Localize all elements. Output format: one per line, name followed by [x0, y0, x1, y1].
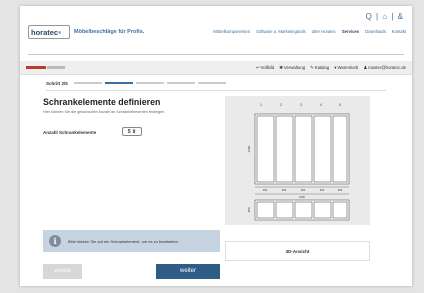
nav-item-services[interactable]: Services: [342, 29, 359, 34]
column-number: 4: [320, 103, 322, 107]
step-divider: [46, 90, 386, 91]
column-number: 2: [280, 103, 282, 107]
page-title: Schrankelemente definieren: [43, 97, 161, 107]
util-katalog[interactable]: ✎Katalog: [310, 65, 329, 71]
step-label: Schritt 2/5: [46, 80, 68, 86]
width-dimension: 460: [263, 188, 268, 192]
util-label: Katalog: [314, 65, 330, 70]
page-subtitle: Hier können Sie die gewünschte Anzahl an…: [43, 110, 166, 114]
width-dimension: 460: [301, 188, 306, 192]
base-element[interactable]: [256, 201, 275, 219]
column-number: 1: [260, 103, 262, 107]
cabinet-element[interactable]: [294, 115, 313, 183]
count-value: 5: [127, 129, 131, 135]
step-indicator: Schritt 2/5: [46, 78, 386, 88]
brand-stripe: [26, 66, 46, 69]
util-label: muster@horatec.de: [368, 65, 406, 70]
back-button[interactable]: zurück: [43, 264, 82, 279]
logo-reg: ®: [58, 30, 62, 35]
util-label: Verwaltung: [283, 65, 306, 70]
nav-item-ueber[interactable]: über Horatec: [312, 29, 336, 34]
horatec-logo[interactable]: horatec®: [28, 25, 70, 39]
base-cabinets[interactable]: [254, 199, 350, 221]
3d-view-button[interactable]: 3D-Ansicht: [225, 241, 370, 261]
step-progress: [73, 82, 226, 84]
brand-stripe-secondary: [47, 66, 65, 69]
step-segment-current: [104, 82, 133, 84]
gear-icon: ✱: [279, 65, 283, 70]
catalog-icon: ✎: [310, 65, 314, 70]
cabinet-drawing-panel: 1 2 3 4 5 2200 460 460 460 460 460 2300: [225, 96, 370, 225]
arrow-icon: ↩: [256, 65, 260, 70]
cabinet-element[interactable]: [332, 115, 348, 183]
nav-item-kontakt[interactable]: Kontakt: [392, 29, 406, 34]
upper-cabinets[interactable]: [254, 113, 350, 185]
cabinet-drawing: 1 2 3 4 5 2200 460 460 460 460 460 2300: [247, 103, 350, 221]
nav-item-software[interactable]: Software u. Marketingtools: [256, 29, 306, 34]
utility-links: ↩Vollbild ✱Verwaltung ✎Katalog ▾Warenkor…: [256, 65, 406, 71]
column-number: 3: [300, 103, 302, 107]
width-dimension: 460: [320, 188, 325, 192]
next-button[interactable]: weiter: [156, 264, 220, 279]
user-icon: ♟: [363, 65, 368, 70]
step-segment: [197, 82, 226, 84]
logo-text: horatec: [31, 28, 59, 37]
width-dimension: 460: [282, 188, 287, 192]
util-vollbild[interactable]: ↩Vollbild: [256, 65, 274, 71]
height-dimension: 2200: [247, 145, 251, 152]
total-width-dimension: 2300: [299, 195, 305, 199]
base-height-dimension: 450: [247, 207, 251, 212]
header-divider: [28, 54, 404, 55]
step-segment: [73, 82, 102, 84]
base-element[interactable]: [332, 201, 348, 219]
base-element[interactable]: [313, 201, 332, 219]
nav-item-downloads[interactable]: Downloads: [365, 29, 386, 34]
step-segment: [166, 82, 195, 84]
util-verwaltung[interactable]: ✱Verwaltung: [279, 65, 305, 71]
util-label: Vollbild: [260, 65, 275, 70]
util-label: Warenkorb: [337, 65, 359, 70]
base-element[interactable]: [294, 201, 313, 219]
info-text: Bitte klicken Sie auf ein Schrankelement…: [68, 238, 179, 244]
info-box: i Bitte klicken Sie auf ein Schrankeleme…: [43, 230, 220, 252]
utility-bar: ↩Vollbild ✱Verwaltung ✎Katalog ▾Warenkor…: [20, 61, 412, 75]
column-number: 5: [339, 103, 341, 107]
util-account[interactable]: ♟muster@horatec.de: [363, 65, 406, 71]
info-icon: i: [49, 235, 61, 247]
claim: Möbelbeschläge für Profis.: [74, 29, 145, 35]
top-icons[interactable]: Q | ⌂ | &: [366, 12, 404, 21]
width-dimension: 460: [338, 188, 343, 192]
chevron-updown-icon: ⇕: [131, 129, 137, 135]
util-warenkorb[interactable]: ▾Warenkorb: [334, 65, 358, 71]
count-label: Anzahl Schrankelemente: [43, 130, 97, 135]
count-select[interactable]: 5 ⇕: [122, 127, 142, 136]
cabinet-element[interactable]: [275, 115, 294, 183]
nav-item-moebelkomponenten[interactable]: Möbelkomponenten: [213, 29, 250, 34]
step-segment: [135, 82, 164, 84]
cabinet-element[interactable]: [256, 115, 275, 183]
main-nav: Möbelkomponenten Software u. Marketingto…: [213, 29, 406, 34]
base-element[interactable]: [275, 201, 294, 219]
cabinet-element[interactable]: [313, 115, 332, 183]
